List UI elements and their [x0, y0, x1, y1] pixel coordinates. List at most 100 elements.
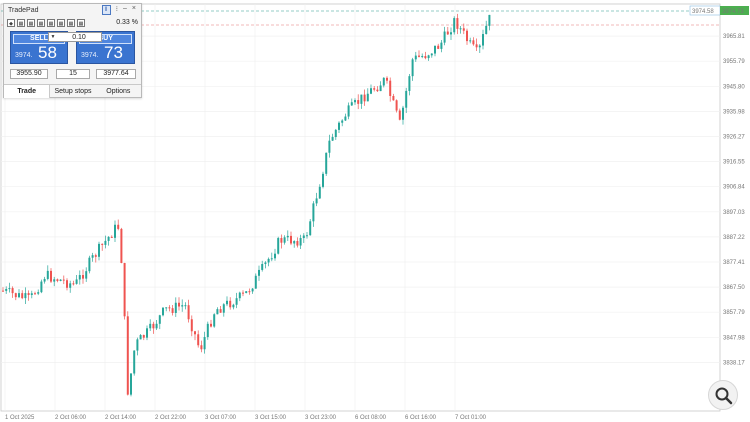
candle-body	[398, 110, 401, 120]
candle-body	[293, 241, 296, 244]
candle-body	[334, 129, 337, 138]
candle-body	[91, 255, 94, 258]
chevron-down-icon[interactable]: ▼	[49, 34, 57, 40]
points-field[interactable]: 15	[56, 69, 90, 79]
candle-body	[117, 224, 120, 229]
candle-body	[286, 235, 289, 238]
candle-body	[110, 236, 113, 238]
candle-body	[248, 291, 251, 293]
candle-body	[306, 235, 308, 237]
time-tick-label: 3 Oct 15:00	[255, 415, 287, 421]
candle-body	[66, 280, 68, 288]
buy-price-prefix: 3974.	[81, 52, 99, 59]
zoom-button[interactable]	[708, 380, 738, 410]
volume-input[interactable]: ▼ 0.10	[48, 32, 102, 42]
price-tick-label: 3887.22	[723, 235, 745, 241]
time-tick-label: 6 Oct 16:00	[405, 415, 437, 421]
candle-body	[402, 107, 404, 120]
time-tick-label: 1 Oct 2025	[5, 415, 35, 421]
order-type-icon[interactable]: ◆	[7, 18, 15, 27]
candle-body	[11, 288, 14, 294]
tradepad-panel[interactable]: TradePad ǁ ⁝ – × ◆ ▦ ▦ ▦ ▦ ▦ ▦ ▦ 0.33 % …	[3, 3, 142, 98]
grid-icon[interactable]: ▦	[17, 18, 25, 27]
candle-body	[50, 270, 52, 282]
grid-icon[interactable]: ▦	[37, 18, 45, 27]
current-price-label: 3974.58	[692, 9, 714, 15]
candle-body	[181, 305, 184, 307]
candle-body	[107, 236, 110, 241]
time-tick-label: 3 Oct 23:00	[305, 415, 337, 421]
candle-body	[210, 323, 212, 327]
candle-body	[347, 105, 350, 117]
candle-body	[229, 300, 232, 308]
price-tick-label: 3897.03	[723, 210, 745, 216]
time-tick-label: 2 Oct 06:00	[55, 415, 87, 421]
candle-body	[408, 76, 411, 91]
minimize-icon[interactable]: –	[123, 5, 127, 15]
candle-body	[222, 304, 225, 313]
ask-price-label: 3974.73	[722, 9, 744, 15]
candle-body	[200, 345, 203, 350]
candle-body	[283, 237, 286, 243]
tradepad-toolbar: ◆ ▦ ▦ ▦ ▦ ▦ ▦ ▦ 0.33 %	[7, 17, 138, 28]
candle-body	[82, 275, 84, 279]
candle-body	[142, 335, 145, 338]
candle-body	[453, 18, 456, 33]
candle-body	[24, 293, 27, 299]
grid-icon[interactable]: ▦	[47, 18, 55, 27]
tab-trade[interactable]: Trade	[4, 85, 51, 98]
candle-body	[418, 55, 420, 57]
candle-body	[360, 94, 363, 104]
tab-options[interactable]: Options	[96, 85, 141, 98]
candle-body	[290, 235, 292, 244]
candle-body	[424, 56, 427, 59]
candle-body	[296, 241, 299, 246]
magnifier-icon	[715, 387, 733, 405]
candle-body	[370, 88, 372, 94]
close-icon[interactable]: ×	[132, 5, 136, 15]
candle-body	[450, 32, 452, 35]
sell-price-prefix: 3974.	[15, 52, 33, 59]
menu-icon[interactable]: ⁝	[116, 5, 118, 15]
pin-icon[interactable]: ǁ	[101, 5, 111, 15]
candle-body	[386, 77, 388, 81]
grid-icon[interactable]: ▦	[57, 18, 65, 27]
candle-body	[162, 307, 164, 316]
candle-body	[197, 334, 200, 346]
candle-body	[238, 292, 241, 299]
price-tick-label: 3838.17	[723, 360, 745, 366]
candle-body	[251, 288, 254, 292]
candle-body	[338, 122, 340, 130]
candle-body	[53, 279, 56, 282]
candle-body	[440, 42, 443, 49]
candle-body	[40, 281, 43, 293]
candle-body	[37, 292, 40, 294]
price-tick-label: 3847.98	[723, 335, 745, 341]
grid-icon[interactable]: ▦	[77, 18, 85, 27]
candle-body	[376, 89, 379, 92]
candle-body	[165, 307, 168, 309]
candle-body	[322, 173, 324, 187]
candle-body	[187, 305, 190, 320]
take-profit-field[interactable]: 3977.64	[96, 69, 136, 79]
candle-body	[184, 305, 187, 307]
candle-body	[203, 337, 206, 350]
candle-body	[216, 309, 219, 315]
time-tick-label: 7 Oct 01:00	[455, 415, 487, 421]
candle-body	[136, 339, 139, 351]
price-tick-label: 3965.81	[723, 34, 745, 40]
grid-icon[interactable]: ▦	[27, 18, 35, 27]
candle-body	[123, 262, 126, 317]
grid-icon[interactable]: ▦	[67, 18, 75, 27]
candle-body	[354, 100, 356, 103]
candle-body	[98, 243, 100, 257]
candle-body	[30, 293, 33, 295]
candle-body	[21, 293, 24, 299]
candle-body	[363, 94, 366, 102]
candle-body	[373, 88, 376, 90]
tab-setup-stops[interactable]: Setup stops	[50, 85, 95, 98]
candle-body	[344, 116, 347, 121]
candle-body	[264, 262, 267, 265]
candle-body	[139, 335, 142, 340]
stop-loss-field[interactable]: 3955.90	[10, 69, 48, 79]
